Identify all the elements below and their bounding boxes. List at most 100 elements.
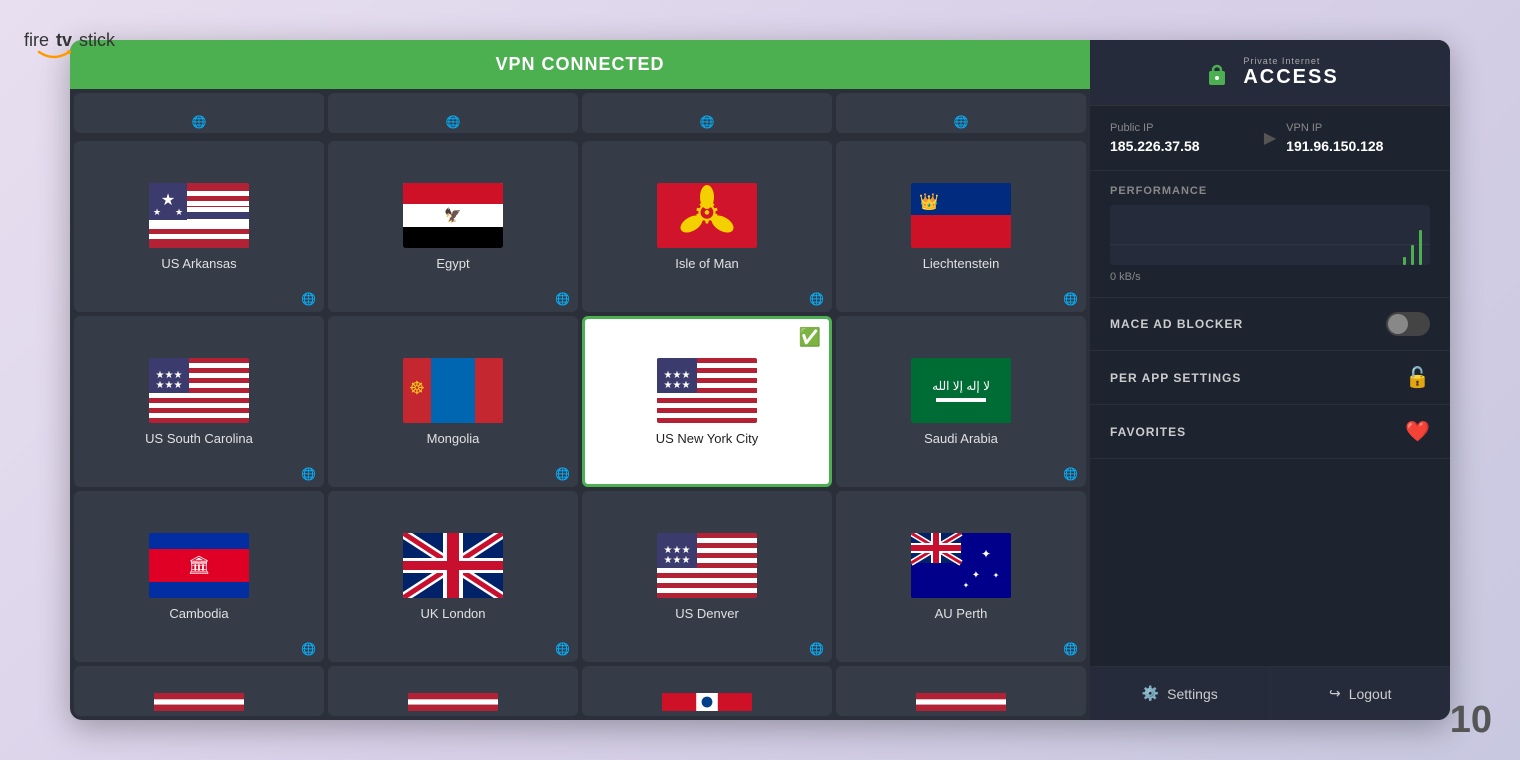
flag-us-denver: ★★★ ★★★ [657,533,757,598]
flag-isle-of-man: ⚙ [657,183,757,248]
location-card-mongolia[interactable]: ☸ Mongolia 🌐 [328,316,578,487]
speed-label: 0 kB/s [1110,271,1430,283]
mace-label: MACE AD BLOCKER [1110,317,1243,331]
svg-text:✦: ✦ [993,571,1000,580]
favorites-row[interactable]: FAVORITES ❤️ [1090,405,1450,459]
svg-text:☸: ☸ [409,378,425,398]
location-card-uk-london[interactable]: UK London 🌐 [328,491,578,662]
ip-section: Public IP 185.226.37.58 ▶ VPN IP 191.96.… [1090,106,1450,171]
partial-bottom-4 [836,666,1086,716]
pia-subtitle: Private Internet [1243,56,1338,66]
vpn-banner: VPN CONNECTED [70,40,1090,89]
performance-section: PERFORMANCE 0 kB/s [1090,171,1450,298]
per-app-row[interactable]: PER APP SETTINGS 🔓 [1090,351,1450,405]
partial-card-1: 🌐 [74,93,324,133]
partial-card-3: 🌐 [582,93,832,133]
location-name-au-perth: AU Perth [935,606,988,621]
location-card-egypt[interactable]: 🦅 Egypt 🌐 [328,141,578,312]
location-name-us-denver: US Denver [675,606,739,621]
flag-cambodia: 🏛 [149,533,249,598]
location-name-saudi-arabia: Saudi Arabia [924,431,998,446]
location-name-us-arkansas: US Arkansas [161,256,236,271]
partial-bottom-3 [582,666,832,716]
svg-text:fire: fire [24,30,49,50]
location-card-saudi-arabia[interactable]: لا إله إلا الله Saudi Arabia 🌐 [836,316,1086,487]
logout-label: Logout [1349,686,1392,702]
partial-bottom-2 [328,666,578,716]
svg-text:✦: ✦ [972,570,980,581]
location-name-uk-london: UK London [420,606,485,621]
svg-text:★: ★ [153,207,161,217]
pia-header: Private Internet ACCESS [1090,40,1450,106]
globe-icon-saudi-arabia: 🌐 [1063,467,1078,481]
heart-icon: ❤️ [1405,419,1430,444]
globe-icon-egypt: 🌐 [555,292,570,306]
chart-bar-3 [1403,257,1406,265]
location-name-us-new-york-city: US New York City [656,431,759,446]
location-name-liechtenstein: Liechtenstein [923,256,1000,271]
location-card-liechtenstein[interactable]: 👑 Liechtenstein 🌐 [836,141,1086,312]
flag-us-arkansas: ★ ★ ★ [149,183,249,248]
pia-lock-icon [1201,57,1233,89]
location-name-isle-of-man: Isle of Man [675,256,739,271]
location-card-us-new-york-city[interactable]: ✅ ★★★ ★★★ US New York Ci [582,316,832,487]
location-card-au-perth[interactable]: ✦ ✦ ✦ ✦ AU Perth 🌐 [836,491,1086,662]
left-panel: VPN CONNECTED 🌐 🌐 🌐 🌐 [70,40,1090,720]
flag-au-perth: ✦ ✦ ✦ ✦ [911,533,1011,598]
globe-icon-mongolia: 🌐 [555,467,570,481]
flag-egypt: 🦅 [403,183,503,248]
flag-us-south-carolina: ★★★ ★★★ [149,358,249,423]
location-card-us-south-carolina[interactable]: ★★★ ★★★ US South Carolina 🌐 [74,316,324,487]
svg-text:✦: ✦ [981,547,991,561]
pia-name: ACCESS [1243,66,1338,89]
svg-text:stick: stick [79,30,116,50]
globe-icon-us-denver: 🌐 [809,642,824,656]
per-app-lock-icon: 🔓 [1405,365,1430,390]
public-ip-block: Public IP 185.226.37.58 [1110,122,1254,154]
location-card-isle-of-man[interactable]: ⚙ Isle of Man 🌐 [582,141,832,312]
globe-icon-au-perth: 🌐 [1063,642,1078,656]
right-panel: Private Internet ACCESS Public IP 185.22… [1090,40,1450,720]
location-name-us-south-carolina: US South Carolina [145,431,253,446]
location-name-mongolia: Mongolia [427,431,480,446]
vpn-ip-label: VPN IP [1286,122,1430,134]
flag-us-new-york-city: ★★★ ★★★ [657,358,757,423]
globe-icon-cambodia: 🌐 [301,642,316,656]
globe-icon-isle-of-man: 🌐 [809,292,824,306]
favorites-label: FAVORITES [1110,425,1186,439]
svg-text:tv: tv [56,30,72,50]
globe-icon-liechtenstein: 🌐 [1063,292,1078,306]
performance-chart [1110,205,1430,265]
location-card-us-denver[interactable]: ★★★ ★★★ US Denver 🌐 [582,491,832,662]
chart-baseline [1110,244,1430,245]
flag-liechtenstein: 👑 [911,183,1011,248]
public-ip-value: 185.226.37.58 [1110,138,1254,154]
flag-mongolia: ☸ [403,358,503,423]
selected-check-icon: ✅ [799,327,821,348]
logout-arrow-icon: ↪ [1329,685,1341,702]
per-app-label: PER APP SETTINGS [1110,371,1241,385]
main-container: VPN CONNECTED 🌐 🌐 🌐 🌐 [70,40,1450,720]
svg-text:★★★: ★★★ [664,380,691,391]
globe-icon-uk-london: 🌐 [555,642,570,656]
svg-text:✦: ✦ [963,581,970,590]
globe-icon-us-south-carolina: 🌐 [301,467,316,481]
svg-text:★★★: ★★★ [156,380,183,391]
logout-button[interactable]: ↪ Logout [1271,667,1451,720]
bottom-actions: ⚙️ Settings ↪ Logout [1090,666,1450,720]
location-card-cambodia[interactable]: 🏛 Cambodia 🌐 [74,491,324,662]
partial-card-2: 🌐 [328,93,578,133]
globe-icon-us-arkansas: 🌐 [301,292,316,306]
partial-bottom-1 [74,666,324,716]
chart-bar-2 [1411,245,1414,265]
vpn-ip-block: VPN IP 191.96.150.128 [1286,122,1430,154]
corner-number: 10 [1450,699,1492,742]
mace-toggle[interactable] [1386,312,1430,336]
arrow-right-icon: ▶ [1264,128,1276,148]
svg-text:لا إله إلا الله: لا إله إلا الله [932,379,990,394]
location-name-egypt: Egypt [436,256,469,271]
svg-text:🏛: 🏛 [188,555,211,575]
location-card-us-arkansas[interactable]: ★ ★ ★ US Arkansas 🌐 [74,141,324,312]
location-grid: ★ ★ ★ US Arkansas 🌐 🦅 [70,137,1090,666]
settings-button[interactable]: ⚙️ Settings [1090,667,1271,720]
